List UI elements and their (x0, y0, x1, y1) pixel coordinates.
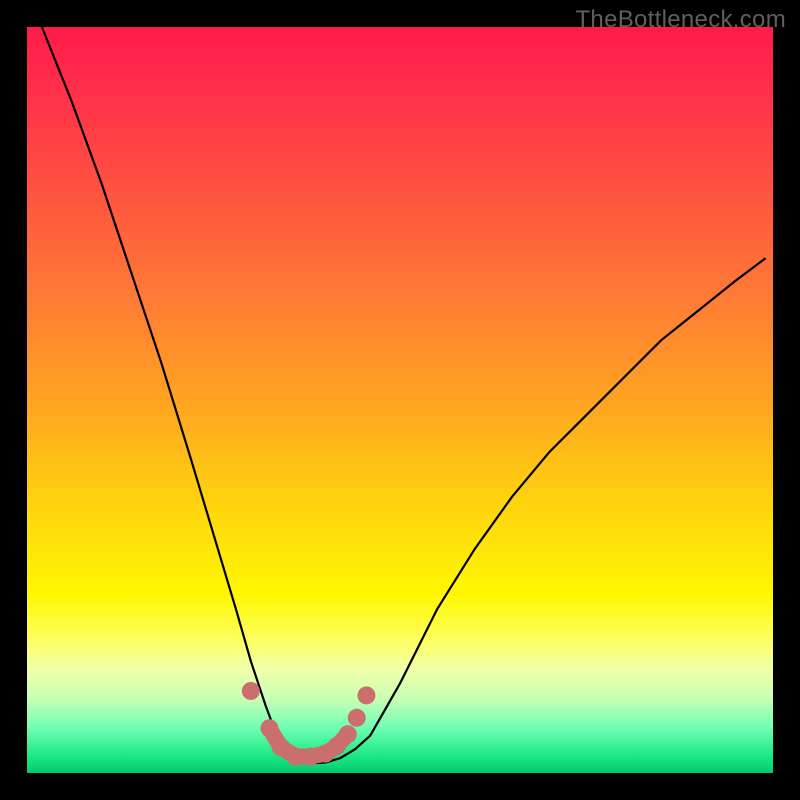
marker-dot (301, 748, 319, 766)
marker-dot (242, 682, 260, 700)
curve-line (42, 27, 766, 763)
marker-dot (348, 709, 366, 727)
chart-overlay (27, 27, 773, 773)
marker-dot (260, 719, 278, 737)
marker-dot (272, 738, 290, 756)
marker-dot (357, 686, 375, 704)
outer-frame: TheBottleneck.com (0, 0, 800, 800)
chart-plot-area (27, 27, 773, 773)
marker-dot (339, 725, 357, 743)
